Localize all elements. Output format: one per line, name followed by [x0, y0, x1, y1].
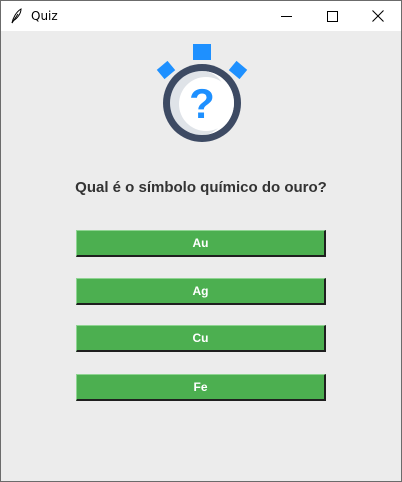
svg-text:?: ?	[189, 80, 215, 127]
minimize-button[interactable]	[263, 1, 309, 31]
answer-button-fe[interactable]: Fe	[76, 374, 326, 401]
answer-button-au[interactable]: Au	[76, 230, 326, 257]
question-text: Qual é o símbolo químico do ouro?	[75, 179, 327, 196]
close-button[interactable]	[355, 1, 401, 31]
title-bar[interactable]: Quiz	[1, 1, 401, 31]
window-title: Quiz	[31, 9, 58, 23]
minimize-icon	[280, 15, 292, 17]
close-icon	[372, 10, 384, 22]
answer-button-ag[interactable]: Ag	[76, 278, 326, 305]
maximize-button[interactable]	[309, 1, 355, 31]
quiz-window: Quiz ? Qual é o símbolo químico do ouro?…	[0, 0, 402, 482]
quiz-content: ? Qual é o símbolo químico do ouro? Au A…	[1, 31, 401, 481]
answer-button-cu[interactable]: Cu	[76, 325, 326, 352]
maximize-icon	[326, 10, 338, 22]
feather-icon	[11, 8, 22, 24]
stopwatch-question-icon: ?	[156, 44, 248, 142]
